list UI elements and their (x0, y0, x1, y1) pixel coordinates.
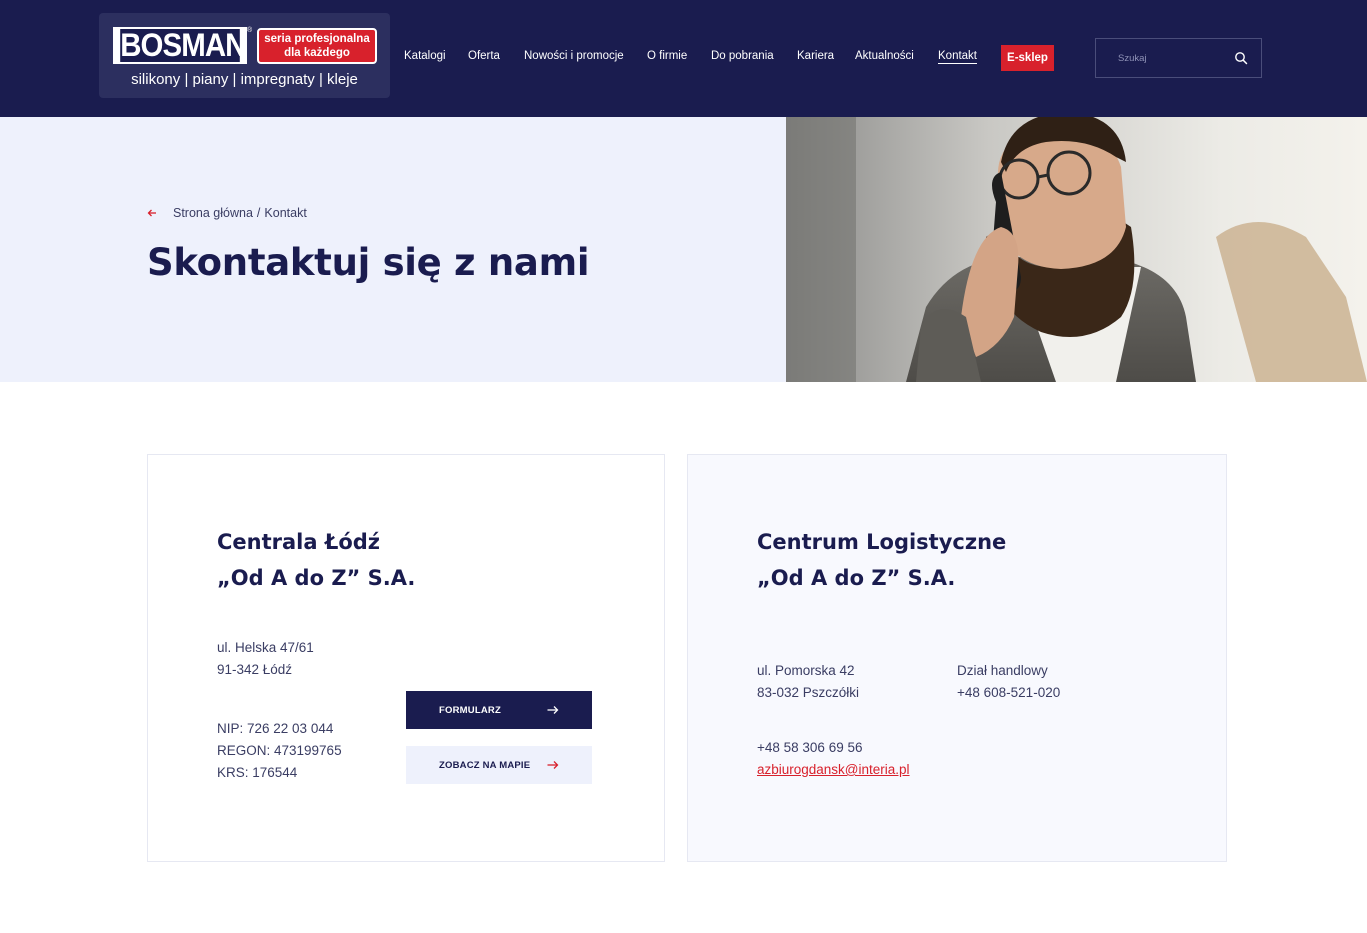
nav-item-oferta[interactable]: Oferta (468, 50, 500, 62)
card-left-company-ids: NIP: 726 22 03 044 REGON: 473199765 KRS:… (217, 721, 342, 780)
phone-number[interactable]: +48 58 306 69 56 (757, 737, 910, 759)
nav-item-nowosci[interactable]: Nowości i promocje (524, 50, 624, 62)
nav-item-o-firmie[interactable]: O firmie (647, 50, 687, 62)
card-right-address: ul. Pomorska 42 83-032 Pszczółki (757, 663, 860, 700)
breadcrumb-separator: / (256, 206, 261, 220)
card-right-contact: +48 58 306 69 56 azbiurogdansk@interia.p… (757, 737, 910, 781)
logo-badge: seria profesjonalna dla każdego (257, 28, 377, 64)
breadcrumb-current: Kontakt (264, 206, 307, 220)
map-button[interactable]: ZOBACZ NA MAPIE (406, 746, 592, 784)
logo-badge-line2: dla każdego (284, 47, 350, 59)
hero-photo-man-on-phone (786, 117, 1367, 382)
form-button[interactable]: FORMULARZ (406, 691, 592, 729)
nav-item-do-pobrania[interactable]: Do pobrania (711, 50, 774, 62)
search-input[interactable] (1096, 39, 1226, 77)
eshop-button[interactable]: E-sklep (1001, 45, 1054, 71)
card-right-title: Centrum Logistyczne „Od A do Z” S.A. (757, 530, 1007, 590)
search-icon[interactable] (1234, 51, 1248, 65)
nav-item-katalogi[interactable]: Katalogi (404, 50, 446, 62)
nav-item-kontakt[interactable]: Kontakt (938, 50, 977, 62)
nav-item-kariera[interactable]: Kariera (797, 50, 834, 62)
logo-badge-line1: seria profesjonalna (264, 33, 370, 45)
logo-registered-mark: ® (247, 27, 253, 34)
arrow-right-icon (547, 761, 559, 769)
logo-wordmark: BOSMAN (113, 27, 247, 64)
email-link[interactable]: azbiurogdansk@interia.pl (757, 762, 910, 777)
breadcrumb-home[interactable]: Strona główna (173, 206, 253, 220)
card-right-sales: Dział handlowy +48 608-521-020 (957, 660, 1060, 704)
arrow-right-icon (547, 706, 559, 714)
map-button-label: ZOBACZ NA MAPIE (439, 759, 531, 771)
sales-phone[interactable]: +48 608-521-020 (957, 682, 1060, 704)
site-header: BOSMAN ® seria profesjonalna dla każdego… (0, 0, 1367, 117)
form-button-label: FORMULARZ (439, 704, 501, 716)
arrow-left-icon[interactable] (147, 208, 157, 218)
card-left-address: ul. Helska 47/61 91-342 Łódź (217, 640, 314, 677)
bosman-logo[interactable]: BOSMAN ® seria profesjonalna dla każdego… (99, 13, 390, 98)
breadcrumb: Strona główna / Kontakt (147, 205, 307, 221)
nav-item-aktualnosci[interactable]: Aktualności (855, 50, 914, 62)
logo-subtitle: silikony | piany | impregnaty | kleje (131, 71, 358, 88)
page-title: Skontaktuj się z nami (147, 241, 590, 284)
card-logistics-center (687, 454, 1227, 862)
card-left-title: Centrala Łódź „Od A do Z” S.A. (217, 530, 416, 590)
